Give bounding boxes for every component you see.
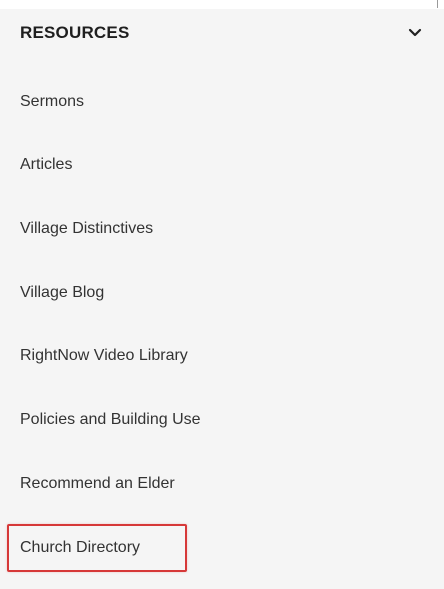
- menu-item-village-distinctives[interactable]: Village Distinctives: [20, 219, 153, 239]
- menu-item-policies-building-use[interactable]: Policies and Building Use: [20, 410, 201, 430]
- menu-item-articles[interactable]: Articles: [20, 155, 72, 175]
- chevron-down-icon[interactable]: [408, 25, 422, 39]
- menu-item-recommend-an-elder[interactable]: Recommend an Elder: [20, 474, 175, 494]
- resources-menu-panel: RESOURCES Sermons Articles Village Disti…: [0, 9, 444, 589]
- menu-item-church-directory[interactable]: Church Directory: [20, 538, 140, 558]
- top-edge-tick: [437, 0, 438, 8]
- top-edge-strip: [0, 0, 444, 9]
- resources-dropdown-header[interactable]: RESOURCES: [0, 9, 444, 55]
- resources-title: RESOURCES: [20, 23, 130, 42]
- menu-item-sermons[interactable]: Sermons: [20, 92, 84, 112]
- menu-item-village-blog[interactable]: Village Blog: [20, 283, 104, 303]
- menu-item-rightnow-video-library[interactable]: RightNow Video Library: [20, 346, 188, 366]
